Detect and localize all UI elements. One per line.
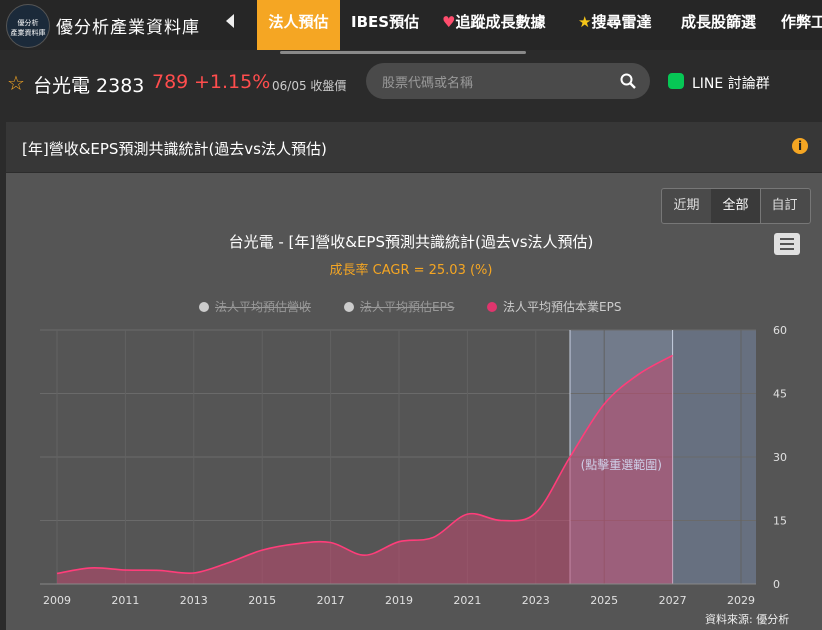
y-tick-label: 0	[773, 578, 780, 591]
nav-tab-analyst-estimate[interactable]: 法人預估	[257, 0, 340, 50]
eps-area-chart[interactable]: (點擊重選範圍) 2009 2011 2013 2015 2017 2019 2021 2023…	[0, 320, 822, 610]
chart-title: 台光電 - [年]營收&EPS預測共識統計(過去vs法人預估)	[228, 233, 594, 251]
legend-dot	[344, 302, 354, 312]
nav-tab-search-radar[interactable]: ★搜尋雷達	[578, 0, 651, 50]
x-tick-label: 2013	[180, 594, 208, 607]
nav-tab-ibes[interactable]: IBES預估	[351, 0, 419, 50]
search-input[interactable]	[380, 71, 604, 93]
x-tick-label: 2025	[590, 594, 618, 607]
logo-text-top: 優分析	[17, 19, 39, 27]
chart-subtitle: 成長率 CAGR = 25.03 (%)	[329, 263, 493, 278]
nav-tab-growth-screener[interactable]: 成長股篩選	[681, 0, 756, 50]
legend-label: 法人平均預估營收	[215, 300, 312, 314]
range-custom-button[interactable]: 自訂	[760, 189, 809, 223]
x-tick-label: 2029	[727, 594, 755, 607]
line-app-icon[interactable]	[668, 73, 684, 89]
x-tick-label: 2017	[317, 594, 345, 607]
legend-item-revenue[interactable]: 法人平均預估營收	[199, 298, 311, 315]
legend-label: 法人平均預估EPS	[360, 300, 455, 314]
x-tick-label: 2019	[385, 594, 413, 607]
brand-logo[interactable]: 優分析 產業資料庫	[6, 4, 50, 48]
y-tick-label: 45	[773, 388, 787, 401]
nav-scroll-left-icon[interactable]	[226, 14, 234, 28]
nav-scrollbar[interactable]	[280, 51, 526, 54]
x-tick-label: 2011	[111, 594, 139, 607]
price-date: 06/05 收盤價	[272, 79, 347, 93]
favorite-star-icon[interactable]: ☆	[7, 71, 25, 95]
data-source: 資料來源: 優分析	[705, 613, 790, 626]
legend-item-core-eps[interactable]: 法人平均預估本業EPS	[487, 298, 621, 315]
legend-dot	[487, 302, 497, 312]
nav-tab-search-radar-label: 搜尋雷達	[591, 13, 652, 31]
star-icon: ★	[578, 13, 592, 31]
nav-tab-cheat[interactable]: 作弊工	[781, 0, 822, 50]
logo-text-bottom: 產業資料庫	[10, 29, 46, 37]
panel-title: [年]營收&EPS預測共識統計(過去vs法人預估)	[22, 140, 327, 158]
x-tick-label: 2021	[453, 594, 481, 607]
range-recent-button[interactable]: 近期	[662, 189, 712, 223]
stock-price: 789	[152, 71, 189, 93]
legend-item-eps[interactable]: 法人平均預估EPS	[344, 298, 454, 315]
info-icon[interactable]: i	[792, 138, 808, 154]
range-all-button[interactable]: 全部	[711, 189, 761, 223]
brand-name[interactable]: 優分析產業資料庫	[56, 13, 200, 38]
search-box[interactable]	[366, 63, 650, 99]
x-tick-label: 2009	[43, 594, 71, 607]
x-tick-label: 2015	[248, 594, 276, 607]
x-tick-label: 2027	[659, 594, 687, 607]
nav-tab-track-growth-label: 追蹤成長數據	[455, 13, 546, 31]
nav-tab-track-growth[interactable]: ♥追蹤成長數據	[442, 0, 545, 50]
x-tick-label: 2023	[522, 594, 550, 607]
y-tick-label: 30	[773, 451, 787, 464]
legend-label: 法人平均預估本業EPS	[503, 300, 622, 314]
y-tick-label: 15	[773, 515, 787, 528]
line-group-link[interactable]: LINE 討論群	[692, 73, 770, 93]
legend-dot	[199, 302, 209, 312]
range-selector: 近期 全部 自訂	[661, 188, 811, 224]
heart-icon: ♥	[442, 13, 456, 31]
band-label: (點擊重選範圍)	[581, 457, 662, 472]
search-icon[interactable]	[620, 73, 636, 89]
y-tick-label: 60	[773, 324, 787, 337]
stock-name: 台光電 2383	[33, 75, 145, 97]
stock-change: +1.15%	[194, 71, 271, 93]
chart-menu-button[interactable]	[774, 233, 800, 255]
